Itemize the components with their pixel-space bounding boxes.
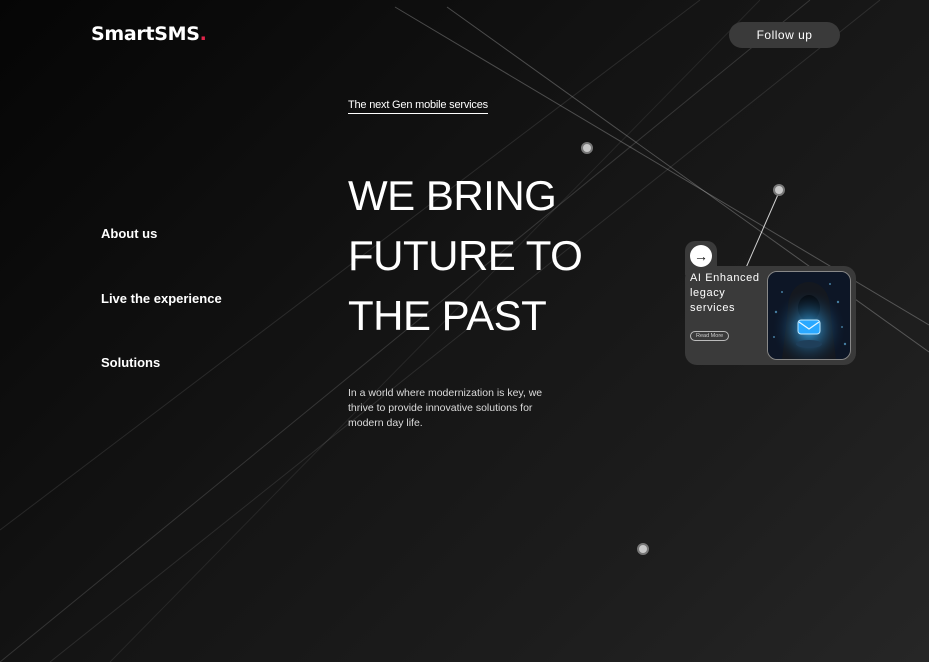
- card-title: AI Enhanced legacy services: [690, 272, 760, 314]
- hero-line-2: FUTURE TO: [348, 232, 583, 279]
- tagline: The next Gen mobile services: [348, 99, 488, 114]
- brand-logo[interactable]: SmartSMS.: [91, 23, 207, 45]
- hero-line-1: WE BRING: [348, 172, 557, 219]
- nav-about-us[interactable]: About us: [101, 226, 157, 241]
- brand-name: SmartSMS: [91, 23, 200, 45]
- nav-live-the-experience[interactable]: Live the experience: [101, 291, 222, 306]
- network-node: [581, 142, 593, 154]
- hero-description: In a world where modernization is key, w…: [348, 387, 543, 429]
- hero-heading: WE BRING FUTURE TO THE PAST: [348, 166, 583, 346]
- read-more-button[interactable]: Read More: [690, 331, 730, 341]
- network-node: [773, 184, 785, 196]
- network-node: [637, 543, 649, 555]
- follow-up-button[interactable]: Follow up: [729, 22, 840, 48]
- hooded-figure-message-illustration: [767, 271, 851, 360]
- brand-dot: .: [199, 23, 207, 45]
- nav-solutions[interactable]: Solutions: [101, 355, 160, 370]
- arrow-right-icon[interactable]: →: [690, 245, 712, 267]
- hero-line-3: THE PAST: [348, 292, 547, 339]
